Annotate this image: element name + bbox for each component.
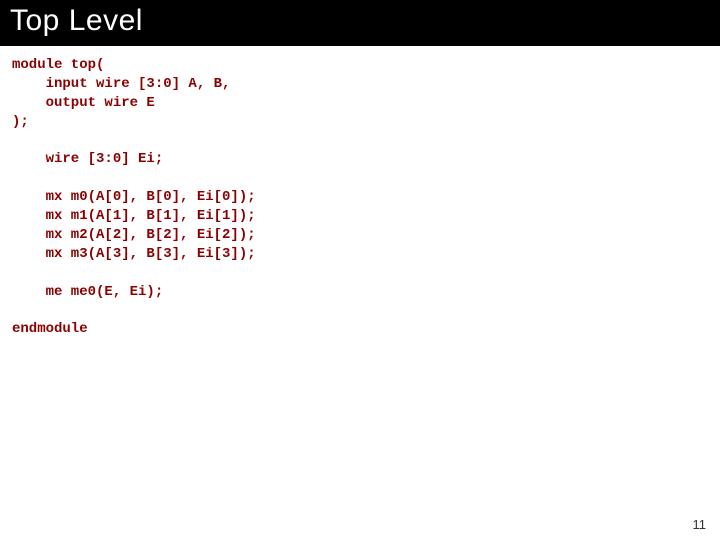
page-number: 11	[693, 517, 707, 532]
verilog-code-block: module top( input wire [3:0] A, B, outpu…	[0, 46, 720, 339]
slide-title-bar: Top Level	[0, 0, 720, 44]
slide-title: Top Level	[10, 4, 143, 37]
